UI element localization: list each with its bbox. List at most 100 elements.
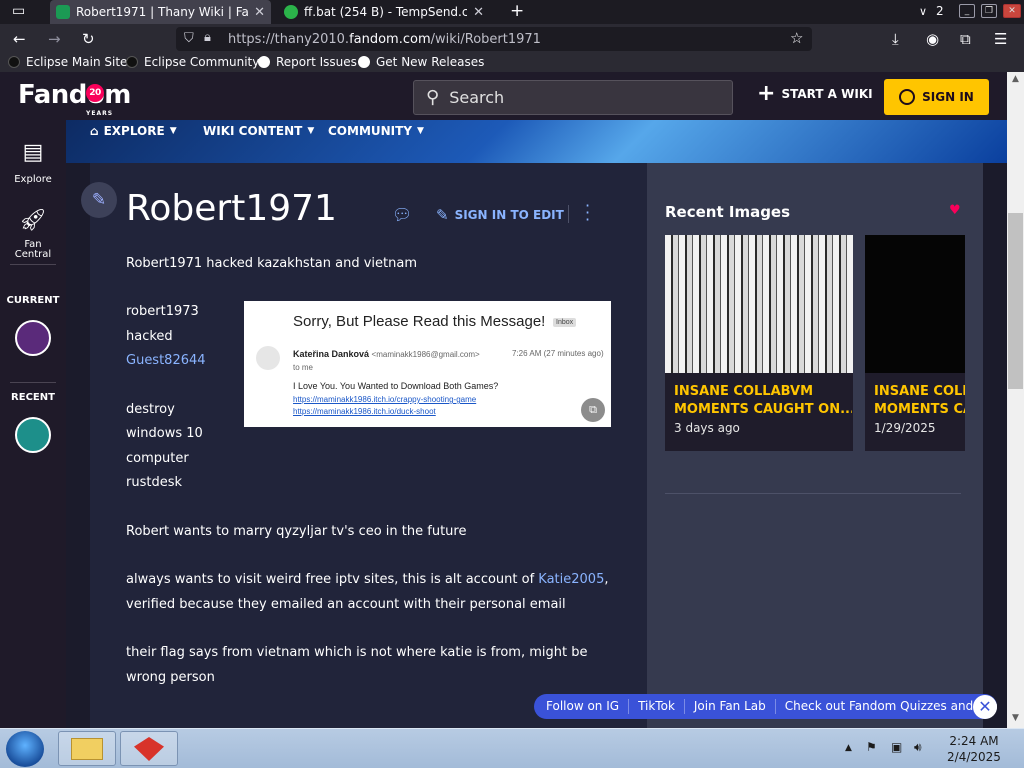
sign-in-to-edit-button[interactable]: ✎ SIGN IN TO EDIT	[436, 206, 564, 224]
caret-down-icon: ▼	[169, 126, 177, 136]
tab-robert1971[interactable]: Robert1971 | Thany Wiki | Fandc ✕	[50, 0, 271, 24]
shield-icon[interactable]: ⛉	[184, 31, 194, 46]
fandom-quizzes-link[interactable]: Check out Fandom Quizzes and cha	[776, 699, 997, 714]
eclipse-icon	[8, 56, 20, 68]
paragraph-2: Robert wants to marry qyzyljar tv's ceo …	[126, 524, 467, 539]
rail-divider	[10, 264, 56, 265]
edit-pencil-icon[interactable]: ✎	[81, 182, 117, 218]
tab-count: 2	[936, 4, 944, 18]
taskbar-clock[interactable]: 2:24 AM 2/4/2025	[944, 733, 1004, 765]
paragraph-3-cont: verified because they emailed an account…	[126, 597, 566, 612]
recent-image-card[interactable]: INSANE COLLABVM MOMENTS CAUGHT ON... 3 da…	[665, 235, 853, 451]
more-options-icon[interactable]: · · ·	[585, 198, 590, 228]
account-icon[interactable]: ◉	[926, 30, 939, 48]
bookmark-get-new-releases[interactable]: Get New Releases	[358, 55, 484, 69]
github-icon	[258, 56, 270, 68]
thumbnail-image	[865, 235, 965, 373]
search-input[interactable]: ⚲ Search	[413, 80, 733, 115]
caret-down-icon: ▼	[417, 126, 424, 136]
caret-down-icon: ▼	[307, 126, 315, 136]
url-text[interactable]: https://thany2010.fandom.com/wiki/Robert…	[228, 32, 541, 47]
start-a-wiki-button[interactable]: + START A WIKI	[757, 81, 873, 106]
tiktok-link[interactable]: TikTok	[629, 699, 685, 714]
page-scrollbar[interactable]	[1007, 72, 1024, 728]
rail-divider	[10, 382, 56, 383]
lock-icon[interactable]: 🔒︎	[204, 30, 211, 45]
rail-explore[interactable]: ▤ Explore	[0, 140, 66, 185]
recent-image-card[interactable]: INSANE COLL MOMENTS CA 1/29/2025	[865, 235, 965, 451]
fandom-favicon-icon	[56, 5, 70, 19]
tab-tempsend[interactable]: ff.bat (254 B) - TempSend.com ✕	[278, 0, 490, 24]
paragraph-4: their flag says from vietnam which is no…	[126, 645, 588, 660]
link-katie2005[interactable]: Katie2005	[538, 572, 604, 587]
close-icon[interactable]: ✕	[973, 695, 997, 719]
bookmarks-bar: Eclipse Main Site Eclipse Community Repo…	[0, 54, 1024, 72]
paragraph-4-cont: wrong person	[126, 670, 215, 685]
talk-bubble-icon[interactable]: 💬︎	[392, 205, 412, 224]
minimize-button[interactable]: _	[959, 4, 975, 18]
line-2: hacked	[126, 329, 173, 344]
close-tab-icon[interactable]: ✕	[473, 5, 484, 20]
taskbar-app-button[interactable]	[120, 731, 178, 766]
scroll-up-icon[interactable]: ▲	[1007, 74, 1024, 88]
expand-image-icon[interactable]: ⧉	[581, 398, 605, 422]
chevron-down-icon[interactable]: ∨	[919, 5, 927, 18]
tab-overview-icon[interactable]: ▭	[12, 3, 25, 19]
page-title: Robert1971	[126, 188, 337, 229]
recent-wiki-avatar[interactable]	[15, 417, 51, 453]
bookmark-report-issues[interactable]: Report Issues	[258, 55, 357, 69]
line-4: destroy	[126, 402, 175, 417]
extensions-icon[interactable]: ⧉	[960, 30, 971, 48]
wikinav-explore[interactable]: ⌂ EXPLORE ▼	[90, 124, 177, 138]
bookmark-eclipse-main[interactable]: Eclipse Main Site	[8, 55, 127, 69]
action-center-flag-icon[interactable]: ⚑	[866, 740, 877, 754]
taskbar-explorer-button[interactable]	[58, 731, 116, 766]
browser-tab-bar: ▭ Robert1971 | Thany Wiki | Fandc ✕ ff.b…	[0, 0, 1024, 24]
back-arrow-icon[interactable]: ←	[13, 30, 26, 48]
right-rail-divider	[665, 493, 961, 494]
avatar	[256, 346, 280, 370]
folder-icon	[71, 738, 103, 760]
email-screenshot-image[interactable]: Sorry, But Please Read this Message! Inb…	[244, 301, 611, 427]
maximize-button[interactable]: ❐	[981, 4, 997, 18]
close-window-button[interactable]: ✕	[1003, 4, 1021, 18]
bookmark-eclipse-community[interactable]: Eclipse Community	[126, 55, 259, 69]
downloads-icon[interactable]: ⤓	[892, 30, 899, 48]
show-hidden-icons[interactable]: ▲	[845, 743, 852, 753]
rocket-icon: 🚀︎	[19, 208, 47, 233]
rail-fan-central[interactable]: 🚀︎ Fan Central	[0, 208, 66, 260]
link-guest82644[interactable]: Guest82644	[126, 349, 206, 373]
join-fan-lab-link[interactable]: Join Fan Lab	[685, 699, 776, 714]
start-button[interactable]	[6, 731, 44, 767]
forward-arrow-icon[interactable]: →	[48, 30, 61, 48]
rail-current-label: CURRENT	[6, 295, 60, 306]
github-icon	[358, 56, 370, 68]
pencil-icon: ✎	[436, 206, 449, 224]
left-rail: ▤ Explore 🚀︎ Fan Central CURRENT RECENT	[0, 120, 66, 728]
fandom-header: Fandom 20 YEARS ⚲ Search + START A WIKI	[0, 72, 1007, 120]
wikinav-wiki-content[interactable]: WIKI CONTENT ▼	[203, 124, 314, 138]
follow-on-ig-link[interactable]: Follow on IG	[534, 699, 630, 714]
rail-recent-label: RECENT	[11, 392, 55, 403]
line-5: windows 10	[126, 426, 203, 441]
promo-pill-bar: Follow on IG TikTok Join Fan Lab Check o…	[534, 694, 997, 719]
network-icon[interactable]: ▣	[891, 740, 902, 754]
close-tab-icon[interactable]: ✕	[254, 5, 265, 20]
reload-icon[interactable]: ↻	[82, 30, 95, 48]
explore-icon: ⌂	[90, 124, 99, 138]
menu-icon[interactable]: ☰	[994, 30, 1007, 48]
current-wiki-avatar[interactable]	[15, 320, 51, 356]
plus-icon: +	[757, 81, 776, 106]
fandom-logo[interactable]: Fandom 20 YEARS	[18, 80, 131, 117]
user-icon	[899, 89, 916, 105]
sign-in-button[interactable]: SIGN IN	[884, 79, 989, 115]
line-6: computer	[126, 451, 189, 466]
scrollbar-thumb[interactable]	[1008, 213, 1023, 389]
new-tab-button[interactable]: +	[510, 1, 524, 21]
bookmark-star-icon[interactable]: ☆	[790, 29, 803, 47]
url-bar[interactable]: ⛉ 🔒︎ https://thany2010.fandom.com/wiki/R…	[176, 27, 812, 51]
scroll-down-icon[interactable]: ▼	[1007, 713, 1024, 727]
wikinav-community[interactable]: COMMUNITY ▼	[328, 124, 424, 138]
volume-icon[interactable]: 🔊︎	[914, 740, 922, 755]
browser-nav-bar: ← → ↻ ⛉ 🔒︎ https://thany2010.fandom.com/…	[0, 24, 1024, 54]
